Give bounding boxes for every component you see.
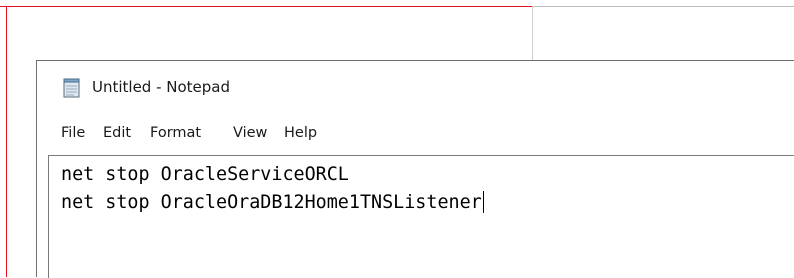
menu-bar: File Edit Format View Help [37, 115, 794, 153]
background-window-border-left [6, 6, 7, 277]
menu-file[interactable]: File [61, 125, 85, 141]
notepad-window: Untitled - Notepad File Edit Format View… [36, 60, 794, 278]
editor-line-2-text: net stop OracleOraDB12Home1TNSListener [61, 192, 482, 213]
background-window-divider [532, 6, 533, 60]
menu-format[interactable]: Format [150, 125, 201, 141]
title-bar[interactable]: Untitled - Notepad [37, 61, 794, 115]
text-cursor [482, 191, 484, 213]
menu-help[interactable]: Help [284, 125, 317, 141]
background-window-divider-top [532, 6, 794, 7]
menu-view[interactable]: View [233, 125, 267, 141]
notepad-icon [63, 78, 80, 98]
editor-line-1: net stop OracleServiceORCL [61, 163, 349, 187]
text-editor-area[interactable]: net stop OracleServiceORCL net stop Orac… [48, 155, 794, 278]
menu-edit[interactable]: Edit [103, 125, 131, 141]
editor-line-2: net stop OracleOraDB12Home1TNSListener [61, 191, 484, 215]
editor-line-1-text: net stop OracleServiceORCL [61, 164, 349, 185]
background-window-border-top [0, 6, 532, 7]
window-title: Untitled - Notepad [92, 78, 231, 96]
